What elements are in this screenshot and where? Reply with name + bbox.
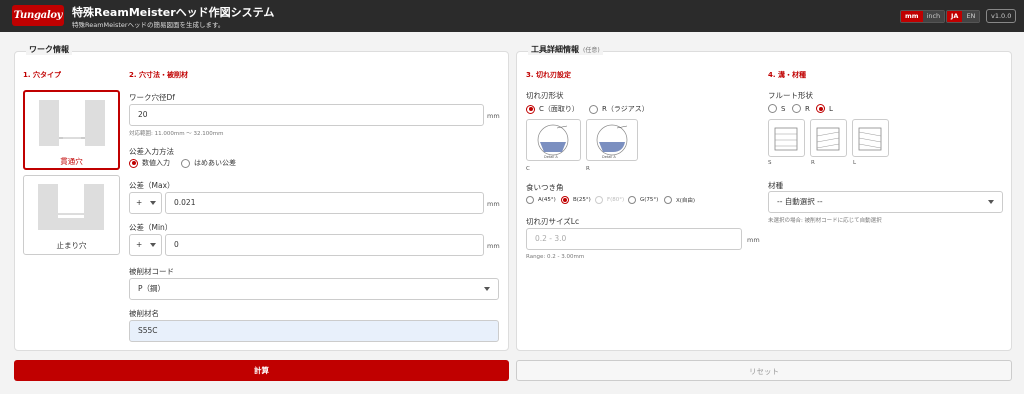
tol-method-numeric-radio[interactable]: 数値入力 xyxy=(129,158,170,168)
unit-toggle: mm inch xyxy=(900,10,946,23)
flute-r-radio[interactable]: R xyxy=(792,104,810,113)
tol-max-unit: mm xyxy=(487,200,500,208)
grade-label: 材種 xyxy=(768,181,783,190)
flute-l-caption: L xyxy=(853,160,857,166)
hole-type-through-label: 貫通穴 xyxy=(60,157,83,166)
tol-min-sign-select[interactable]: + xyxy=(129,234,162,256)
edge-c-caption: C xyxy=(526,166,530,172)
flute-s-thumbnail[interactable] xyxy=(768,119,805,157)
flute-r-caption: R xyxy=(811,160,815,166)
svg-text:Detail A: Detail A xyxy=(544,155,558,159)
app-subtitle: 特殊ReamMeisterヘッドの簡易図面を生成します。 xyxy=(72,21,225,29)
blind-hole-icon xyxy=(38,184,104,230)
svg-text:Detail A: Detail A xyxy=(602,155,616,159)
flute-s-caption: S xyxy=(768,160,772,166)
flute-l-thumbnail[interactable] xyxy=(852,119,889,157)
material-name-label: 被削材名 xyxy=(129,309,159,318)
flute-r-thumbnail[interactable] xyxy=(810,119,847,157)
tol-max-label: 公差（Max） xyxy=(129,181,175,190)
flute-r-icon xyxy=(816,127,840,151)
edge-r-caption: R xyxy=(586,166,590,172)
tol-min-unit: mm xyxy=(487,242,500,250)
grade-select[interactable]: -- 自動選択 -- xyxy=(768,191,1003,213)
bite-angle-x-radio[interactable]: X(自由) xyxy=(664,196,695,204)
step-edge-settings: 3. 切れ刃設定 xyxy=(526,71,571,79)
through-hole-icon xyxy=(39,100,105,146)
diameter-range-hint: 対応範囲: 11.000mm 〜 32.100mm xyxy=(129,131,224,137)
tolerance-method-label: 公差入力方法 xyxy=(129,147,174,156)
step-hole-dimensions: 2. 穴寸法・被削材 xyxy=(129,71,188,79)
edge-size-unit: mm xyxy=(747,236,760,244)
tungaloy-logo: Tungaloy xyxy=(12,5,64,26)
tol-max-sign-select[interactable]: + xyxy=(129,192,162,214)
edge-size-range: Range: 0.2 - 3.00mm xyxy=(526,254,585,260)
edge-shape-c-radio[interactable]: C（面取り） xyxy=(526,104,579,114)
material-name-input[interactable]: S55C xyxy=(129,320,499,342)
grade-hint: 未選択の場合: 被削材コードに応じて自動選択 xyxy=(768,218,882,224)
unit-inch-button[interactable]: inch xyxy=(922,11,945,22)
tol-min-label: 公差（Min） xyxy=(129,223,173,232)
edge-size-input[interactable]: 0.2 - 3.0 xyxy=(526,228,742,250)
edge-c-thumbnail[interactable]: Detail A xyxy=(526,119,581,161)
edge-r-thumbnail[interactable]: Detail A xyxy=(586,119,638,161)
material-code-select[interactable]: P（鋼） xyxy=(129,278,499,300)
diameter-unit: mm xyxy=(487,112,500,120)
bite-angle-b-radio[interactable]: B(25°) xyxy=(561,196,591,204)
work-info-title: ワーク情報 xyxy=(26,44,72,55)
app-header: Tungaloy 特殊ReamMeisterヘッド作図システム 特殊ReamMe… xyxy=(0,0,1024,32)
step-flute-grade: 4. 溝・材種 xyxy=(768,71,806,79)
optional-tag: (任意) xyxy=(583,47,600,54)
tol-method-fit-radio[interactable]: はめあい公差 xyxy=(181,158,236,168)
flute-l-icon xyxy=(858,127,882,151)
bite-angle-g-radio[interactable]: G(75°) xyxy=(628,196,658,204)
language-toggle: JA EN xyxy=(946,10,981,23)
reset-button[interactable]: リセット xyxy=(516,360,1012,381)
tol-min-input[interactable]: 0 xyxy=(165,234,484,256)
edge-size-label: 切れ刃サイズLc xyxy=(526,217,580,226)
hole-type-through[interactable]: 貫通穴 xyxy=(23,90,120,170)
app-title: 特殊ReamMeisterヘッド作図システム xyxy=(72,6,275,19)
diameter-label: ワーク穴径Df xyxy=(129,93,175,102)
material-code-label: 被削材コード xyxy=(129,267,174,276)
bite-angle-f-radio[interactable]: F(80°) xyxy=(595,196,624,204)
flute-l-radio[interactable]: L xyxy=(816,104,833,113)
flute-s-icon xyxy=(774,127,798,151)
edge-shape-label: 切れ刃形状 xyxy=(526,91,564,100)
unit-mm-button[interactable]: mm xyxy=(901,11,923,22)
hole-type-blind-label: 止まり穴 xyxy=(56,241,87,250)
chamfer-detail-icon: Detail A xyxy=(537,124,569,159)
hole-type-blind[interactable]: 止まり穴 xyxy=(23,175,120,255)
tol-max-input[interactable]: 0.021 xyxy=(165,192,484,214)
flute-shape-label: フルート形状 xyxy=(768,91,813,100)
tool-detail-title: 工具詳細情報 (任意) xyxy=(528,44,603,55)
flute-s-radio[interactable]: S xyxy=(768,104,785,113)
radius-detail-icon: Detail A xyxy=(596,124,628,159)
step-hole-type: 1. 穴タイプ xyxy=(23,71,61,79)
bite-angle-a-radio[interactable]: A(45°) xyxy=(526,196,556,204)
diameter-input[interactable]: 20 xyxy=(129,104,484,126)
calculate-button[interactable]: 計算 xyxy=(14,360,509,381)
bite-angle-label: 食いつき角 xyxy=(526,183,564,192)
lang-ja-button[interactable]: JA xyxy=(947,11,963,22)
lang-en-button[interactable]: EN xyxy=(962,11,980,22)
edge-shape-r-radio[interactable]: R（ラジアス） xyxy=(589,104,649,114)
version-badge: v1.0.0 xyxy=(986,9,1017,23)
